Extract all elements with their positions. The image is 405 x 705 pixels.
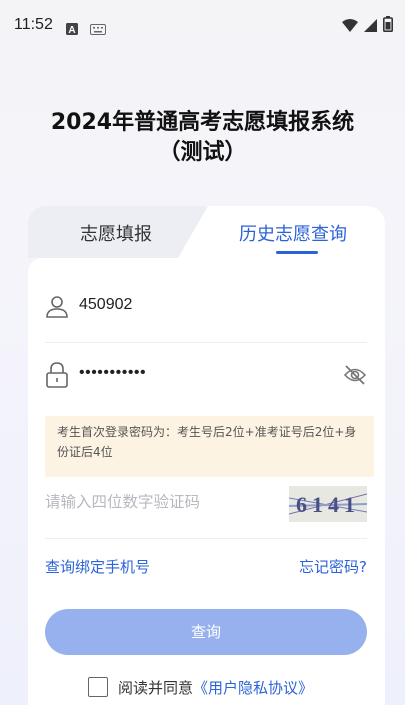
forgot-password-link[interactable]: 忘记密码?	[299, 556, 367, 577]
captcha-input[interactable]: 请输入四位数字验证码	[45, 490, 200, 512]
login-notice: 考生首次登录密码为：考生号后2位+准考证号后2位+身份证后4位	[45, 416, 374, 477]
lock-icon	[45, 362, 69, 392]
captcha-image[interactable]: 6141	[289, 486, 367, 522]
active-tab-indicator	[276, 251, 318, 254]
user-icon	[45, 294, 69, 322]
page-title: 2024年普通高考志愿填报系统（测试）	[50, 110, 355, 165]
tab-bar: 志愿填报 历史志愿查询	[28, 206, 385, 258]
username-field[interactable]: 450902	[45, 294, 367, 343]
svg-text:A: A	[68, 25, 75, 35]
captcha-code: 6141	[296, 492, 360, 517]
wifi-icon	[342, 17, 358, 36]
privacy-agreement-link[interactable]: 《用户隐私协议》	[193, 677, 313, 698]
tab-history-query[interactable]: 历史志愿查询	[239, 220, 347, 246]
status-bar: 11:52 A	[0, 0, 405, 50]
agreement-text: 阅读并同意	[118, 678, 194, 697]
a-notification-icon: A	[66, 20, 78, 39]
agreement-checkbox[interactable]	[88, 677, 108, 697]
tab-volunteer-fill[interactable]: 志愿填报	[80, 220, 152, 246]
bind-phone-link[interactable]: 查询绑定手机号	[45, 556, 150, 577]
eye-off-icon[interactable]	[343, 364, 367, 390]
signal-icon	[364, 17, 377, 36]
username-input[interactable]: 450902	[79, 296, 132, 314]
password-field[interactable]: •••••••••••	[45, 362, 367, 398]
password-input[interactable]: •••••••••••	[79, 364, 146, 382]
keyboard-icon	[90, 20, 106, 39]
agreement-row: 阅读并同意 《用户隐私协议》	[88, 676, 313, 698]
battery-icon	[383, 16, 393, 36]
form-area: 450902 ••••••••••• 考生首次登录密码为：考生号后2位+准考证号…	[28, 258, 385, 705]
query-button[interactable]: 查询	[45, 609, 367, 655]
login-card: 志愿填报 历史志愿查询 450902 ••••••••••• 考生首次登录密码为…	[28, 206, 385, 705]
status-time: 11:52	[14, 16, 53, 33]
